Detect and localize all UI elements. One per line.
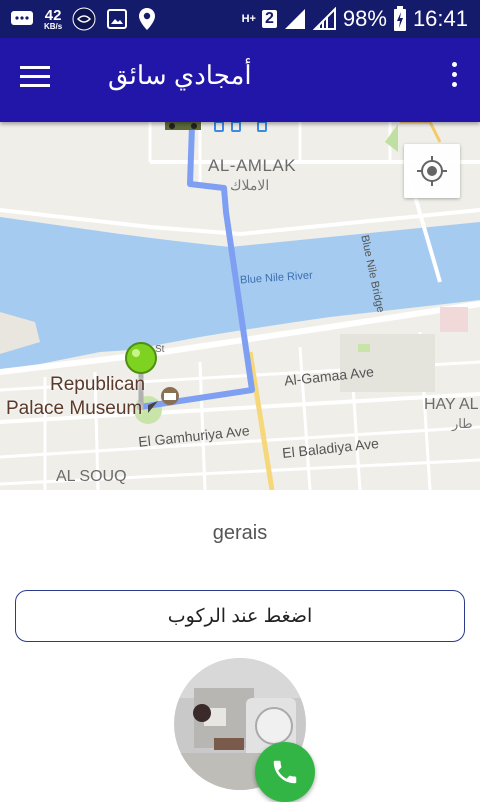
map-label-hay-al-ar: طار: [452, 416, 473, 431]
my-location-button[interactable]: [404, 144, 460, 198]
hamburger-menu-icon[interactable]: [20, 66, 50, 90]
clock: 16:41: [412, 6, 468, 31]
network-speed: 42 KB/s: [44, 8, 62, 31]
board-button[interactable]: اضغط عند الركوب: [15, 590, 465, 642]
driver-name: gerais: [212, 522, 268, 544]
network-type: H+: [241, 12, 256, 25]
app-title: أمجادي سائق: [108, 60, 252, 90]
message-icon: [11, 11, 33, 25]
more-vertical-icon[interactable]: [448, 62, 460, 94]
map-label-st: St: [155, 344, 165, 355]
map-view[interactable]: AL-AMLAK الاملاك Blue Nile River Blue Ni…: [0, 122, 480, 490]
signal-icon: [284, 9, 305, 29]
battery-percent: 98%: [342, 6, 387, 31]
image-icon: [107, 9, 128, 29]
status-left-icons: 42 KB/s: [10, 6, 156, 32]
network-speed-unit: KB/s: [44, 21, 63, 31]
my-location-icon: [417, 156, 447, 186]
status-bar: 42 KB/s H+ 2 98% 16:41: [0, 0, 480, 38]
phone-icon: [273, 760, 297, 784]
network-speed-value: 42: [44, 6, 62, 24]
sim-label: 2: [261, 10, 277, 28]
map-label-al-souq: AL SOUQ: [56, 468, 127, 485]
map-label-palace-museum: Palace Museum: [6, 398, 143, 419]
map-label-republican: Republican: [50, 374, 146, 395]
status-right-icons: H+ 2 98% 16:41: [242, 4, 468, 34]
location-icon: [139, 8, 156, 30]
map-label-al-amlak-ar: الاملاك: [230, 177, 270, 193]
signal-icon-secondary: [312, 7, 336, 30]
app-notification-icon: [72, 7, 96, 31]
call-button[interactable]: [255, 742, 315, 802]
map-label-al-amlak: AL-AMLAK: [208, 156, 297, 175]
map-label-hay-al: HAY AL: [424, 396, 479, 413]
app-bar: أمجادي سائق: [0, 38, 480, 122]
board-button-label: اضغط عند الركوب: [167, 605, 313, 627]
battery-charging-icon: [393, 6, 406, 31]
